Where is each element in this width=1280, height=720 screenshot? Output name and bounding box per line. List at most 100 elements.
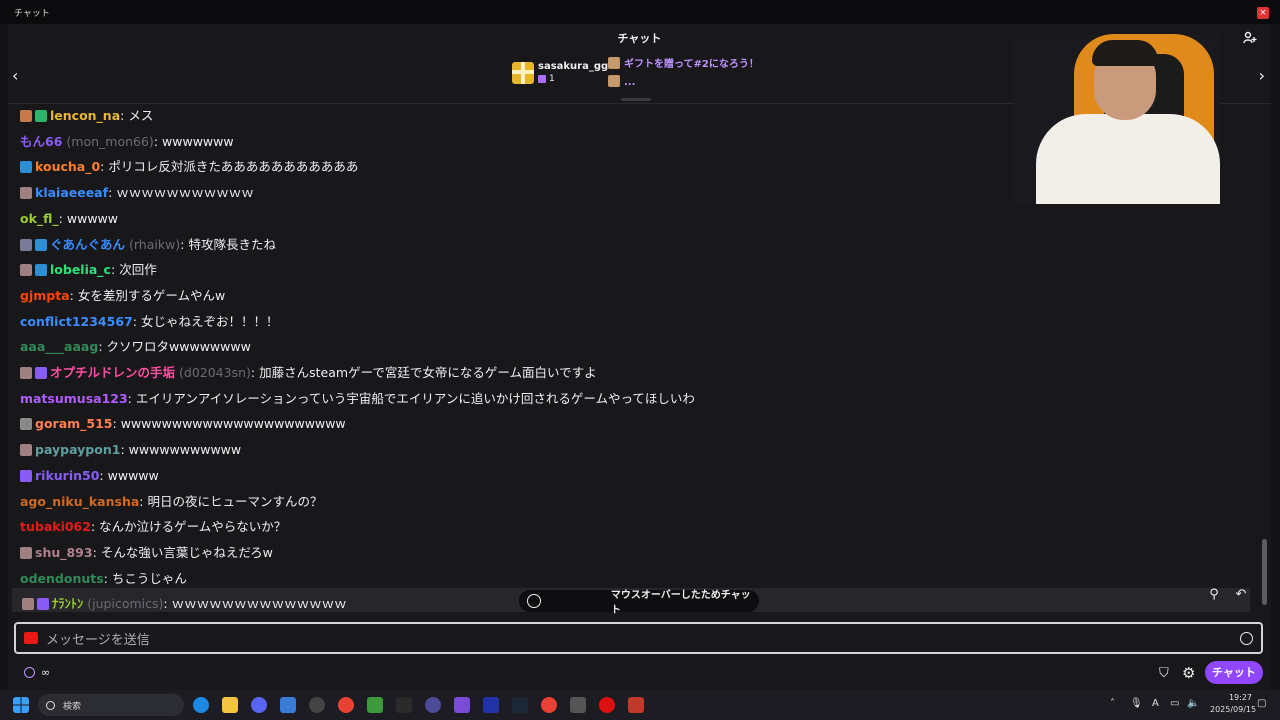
chat-message[interactable]: gjmpta: 女を差別するゲームやんw — [20, 286, 225, 306]
obs-icon[interactable] — [309, 697, 325, 713]
chat-badge-icon[interactable]: #7a7a9a — [20, 238, 32, 251]
taskbar-search[interactable]: 検索 — [38, 694, 184, 716]
chat-message[interactable]: matsumusa123: エイリアンアイソレーションっていう宇宙船でエイリアンに… — [20, 389, 695, 409]
chat-username[interactable]: rikurin50 — [35, 466, 99, 486]
chat-scroll-thumb[interactable] — [1262, 539, 1267, 605]
chat-username[interactable]: ﾅﾗﾝﾄﾝ — [52, 594, 83, 614]
top-gifter[interactable]: sasakura_gg 1 — [512, 61, 608, 84]
chat-message[interactable]: odendonuts: ちこうじゃん — [20, 569, 187, 589]
chat-badge-icon[interactable]: #c97a4a — [20, 110, 32, 122]
chat-badge-icon[interactable]: #a08080 — [22, 598, 34, 611]
discord-icon[interactable] — [251, 697, 267, 713]
chevron-left-icon[interactable]: ‹ — [12, 66, 18, 85]
chevron-right-icon[interactable]: › — [1259, 66, 1265, 85]
davinci-icon[interactable] — [454, 697, 470, 713]
chat-username[interactable]: lobelia_c — [50, 260, 111, 280]
chat-paused-notice[interactable]: マウスオーバーしたためチャット — [519, 590, 759, 616]
chat-username[interactable]: aaa___aaag — [20, 337, 98, 357]
windows-start-icon[interactable] — [13, 697, 29, 713]
minecraft-icon[interactable] — [367, 697, 383, 713]
chat-username[interactable]: gjmpta — [20, 286, 70, 306]
chat-send-button[interactable]: チャット — [1205, 661, 1263, 684]
chat-badge-icon[interactable]: #8a5cf6 — [35, 367, 47, 379]
chat-username[interactable]: オプチルドレンの手垢 — [50, 363, 175, 383]
chat-badge-icon[interactable]: #8a8a8a — [20, 418, 32, 431]
shield-icon[interactable]: ⛉ — [1159, 666, 1169, 681]
chat-badge-icon[interactable]: #a08080 — [20, 546, 32, 559]
gift-promo[interactable]: ギフトを贈って#2になろう！ ... — [608, 56, 759, 92]
chat-username[interactable]: ok_fl_ — [20, 209, 59, 229]
chat-username[interactable]: lencon_na — [50, 106, 120, 126]
chat-message[interactable]: tubaki062: なんか泣けるゲームやらないか？ — [20, 517, 286, 537]
chat-message[interactable]: #a08080#8a5cf6オプチルドレンの手垢 (d02043sn):加藤さんs… — [20, 363, 597, 383]
chat-message[interactable]: conflict1234567: 女じゃねえぞお！！！！ — [20, 312, 278, 332]
chat-username[interactable]: goram_515 — [35, 414, 113, 434]
chat-message[interactable]: ok_fl_: wwwww — [20, 209, 118, 229]
chat-message[interactable]: #a08080#2c8fd6lobelia_c:次回作 — [20, 260, 157, 280]
chat-message[interactable]: ago_niku_kansha: 明日の夜にヒューマンすんの？ — [20, 492, 323, 512]
chat-username[interactable]: もん66 — [20, 132, 62, 152]
chat-message[interactable]: #a08080#8a5cf6ﾅﾗﾝﾄﾝ(jupicomics):ｗｗｗｗｗｗｗｗ… — [22, 594, 347, 614]
channel-points[interactable]: ∞ — [24, 666, 50, 679]
chat-badge-icon[interactable]: #8a5cf6 — [37, 598, 49, 611]
chat-message[interactable]: #8a8a8agoram_515:wwwwwwwwwwwwwwwwwwwwww — [20, 414, 346, 434]
chat-badge-icon[interactable]: #2c8fd6 — [35, 238, 47, 251]
game-launcher-icon[interactable] — [628, 697, 644, 713]
ime-indicator[interactable]: A — [1152, 698, 1159, 709]
edge-icon[interactable] — [193, 697, 209, 713]
chat-badge-icon[interactable]: #a08080 — [20, 187, 32, 200]
volume-icon[interactable]: 🔈 — [1187, 698, 1199, 709]
chat-username[interactable]: ぐあんぐあん — [50, 235, 125, 255]
chat-message-text: そんな強い言葉じゃねえだろw — [100, 544, 273, 560]
users-icon[interactable] — [1243, 31, 1257, 45]
chat-username[interactable]: tubaki062 — [20, 517, 91, 537]
chat-username[interactable]: shu_893 — [35, 543, 93, 563]
chat-badge-icon[interactable]: #a08080 — [20, 264, 32, 277]
chat-username[interactable]: matsumusa123 — [20, 389, 128, 409]
file-explorer-icon[interactable] — [222, 697, 238, 713]
audio-app-icon[interactable] — [425, 697, 441, 713]
chat-message[interactable]: #8a5cf6rikurin50:wwwww — [20, 466, 159, 486]
chat-username[interactable]: odendonuts — [20, 569, 104, 589]
chat-badge-icon[interactable]: #a08080 — [20, 444, 32, 457]
chat-message[interactable]: もん66 (mon_mon66): wwwwwww — [20, 132, 234, 152]
window-close-button[interactable]: × — [1257, 7, 1269, 19]
chat-message[interactable]: #2c8fd6koucha_0:ポリコレ反対派きたあああああああああああ — [20, 157, 358, 177]
streamdeck-icon[interactable] — [570, 697, 586, 713]
chat-message[interactable]: #7a7a9a#2c8fd6ぐあんぐあん(rhaikw):特攻隊長きたね — [20, 235, 276, 255]
chat-input-box[interactable]: メッセージを送信 — [14, 622, 1263, 654]
chat-username[interactable]: conflict1234567 — [20, 312, 133, 332]
chat-message[interactable]: #a08080shu_893:そんな強い言葉じゃねえだろw — [20, 543, 273, 563]
chat-username[interactable]: ago_niku_kansha — [20, 492, 139, 512]
chrome-profile-icon[interactable] — [541, 697, 557, 713]
chrome-icon[interactable] — [338, 697, 354, 713]
notepad-icon[interactable] — [280, 697, 296, 713]
chat-badge-icon[interactable]: #8a5cf6 — [20, 469, 32, 482]
chat-message[interactable]: #a08080klaiaeeeaf:ｗｗｗｗｗｗｗｗｗｗｗ — [20, 183, 254, 203]
chat-username[interactable]: klaiaeeeaf — [35, 183, 108, 203]
chat-username[interactable]: paypaypon1 — [35, 440, 120, 460]
x-app-icon[interactable] — [396, 697, 412, 713]
tray-chevron-up-icon[interactable]: ˄ — [1110, 698, 1115, 709]
chat-badge-icon[interactable]: #2c8fd6 — [35, 264, 47, 277]
reply-icon[interactable]: ↶ — [1232, 586, 1250, 604]
chat-message[interactable]: #c97a4a#2fb46elencon_na:メス — [20, 106, 153, 126]
chat-badge-icon[interactable]: #2c8fd6 — [20, 161, 32, 174]
chat-badge-icon[interactable]: #2fb46e — [35, 110, 47, 122]
steam-icon[interactable] — [512, 697, 528, 713]
network-icon[interactable]: ▭ — [1170, 698, 1179, 709]
chat-badge-icon[interactable]: #a08080 — [20, 367, 32, 379]
notification-icon[interactable]: ▢ — [1257, 698, 1266, 709]
blocked-app-icon[interactable] — [599, 697, 615, 713]
chat-username[interactable]: koucha_0 — [35, 157, 100, 177]
taskbar-search-placeholder: 検索 — [63, 701, 82, 712]
chat-message[interactable]: aaa___aaag: クソワロタwwwwwwww — [20, 337, 251, 357]
microphone-icon[interactable]: 🎙 — [1130, 698, 1143, 709]
capture-app-icon[interactable] — [483, 697, 499, 713]
gear-icon[interactable]: ⚙ — [1182, 664, 1195, 682]
emote-icon[interactable] — [1240, 632, 1253, 645]
chat-message[interactable]: #a08080paypaypon1:wwwwwwwwwww — [20, 440, 241, 460]
chat-scrollbar[interactable] — [1260, 104, 1268, 614]
pin-icon[interactable]: ⚲ — [1205, 586, 1223, 604]
taskbar-clock[interactable]: 19:27 2025/09/15 — [1210, 692, 1256, 716]
